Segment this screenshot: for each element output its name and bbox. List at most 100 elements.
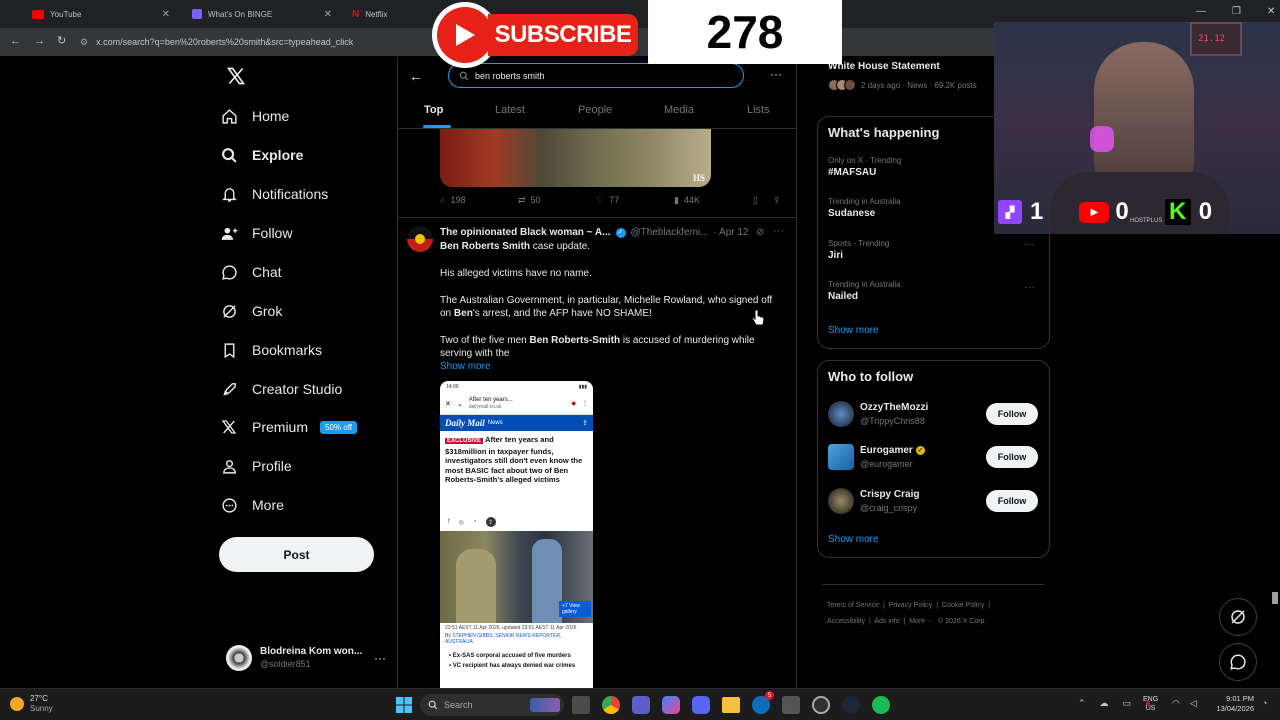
trend-item[interactable]: Sports · Trending Jiri — [828, 239, 1038, 261]
nav-profile[interactable]: Profile — [220, 451, 390, 481]
tweet-author-handle[interactable]: @Theblackfemi... — [631, 226, 709, 239]
post-button[interactable]: Post — [219, 537, 374, 572]
chrome-icon[interactable] — [602, 696, 620, 714]
app-icon[interactable] — [782, 696, 800, 714]
grok-button[interactable] — [1219, 598, 1257, 636]
show-more-link[interactable]: Show more — [440, 360, 491, 373]
footer-link[interactable]: More ··· — [909, 618, 934, 625]
tweet-media-screenshot[interactable]: 14:09 ▮▮▮ ✕ ⌄ After ten years... dailymai… — [440, 381, 593, 688]
views-button[interactable]: ▮ 44K — [674, 195, 700, 206]
language-indicator[interactable]: ENG US — [1143, 695, 1158, 713]
tab-latest[interactable]: Latest — [495, 104, 525, 116]
tab-top[interactable]: Top — [424, 104, 443, 116]
weather-widget[interactable]: 27°C Sunny — [10, 694, 53, 714]
more-dots-icon[interactable]: ··· — [374, 651, 386, 665]
scrollbar-thumb[interactable] — [1272, 592, 1278, 604]
grok-icon[interactable]: ⊘ — [756, 227, 764, 238]
browser-tab-binge[interactable]: What's On BINGE ✕ — [182, 4, 340, 24]
wifi-icon[interactable]: ◠ — [1172, 698, 1180, 709]
person-icon — [220, 457, 238, 475]
nav-bookmarks[interactable]: Bookmarks — [220, 335, 390, 365]
tweet-date[interactable]: · Apr 12 — [713, 226, 748, 239]
show-more-link[interactable]: Show more — [828, 534, 879, 545]
tab-lists[interactable]: Lists — [747, 104, 770, 116]
cloud-icon[interactable]: ☁ — [1100, 698, 1109, 709]
spotify-icon[interactable] — [872, 696, 890, 714]
footer-link[interactable]: Cookie Policy — [942, 602, 984, 609]
more-dots-icon[interactable]: ··· — [1025, 239, 1035, 250]
back-arrow-icon[interactable]: ← — [409, 68, 423, 84]
tweet-author-name[interactable]: The opinionated Black woman ~ A... — [440, 226, 611, 239]
footer-link[interactable]: Ads info — [874, 618, 899, 625]
footer-link[interactable]: Accessibility — [827, 618, 865, 625]
display-icon[interactable]: ▭ — [1123, 698, 1132, 709]
notification-bell-icon[interactable]: ◔ — [1262, 698, 1267, 708]
close-icon[interactable]: ✕ — [162, 9, 170, 20]
footer-link[interactable]: Terms of Service — [827, 602, 879, 609]
more-dots-icon[interactable]: ··· — [770, 67, 782, 81]
nav-explore[interactable]: Explore — [220, 140, 390, 170]
follow-button[interactable]: Follow — [986, 403, 1038, 425]
nav-notifications[interactable]: Notifications — [220, 179, 390, 209]
teams-icon[interactable] — [632, 696, 650, 714]
more-dots-icon[interactable]: ··· — [773, 225, 784, 237]
browser-tab-netflix[interactable]: N Netflix — [342, 4, 442, 24]
back-arrow-icon[interactable]: ← — [10, 35, 21, 47]
x-logo-icon[interactable] — [226, 66, 246, 86]
trend-item[interactable]: Trending in Australia Nailed — [828, 280, 1038, 302]
tab-people[interactable]: People — [578, 104, 612, 116]
messages-button[interactable] — [1219, 643, 1257, 681]
nav-home[interactable]: Home — [220, 101, 390, 131]
like-button[interactable]: ♡ 77 — [596, 195, 619, 206]
netflix-favicon-icon: N — [352, 8, 360, 20]
maximize-icon[interactable]: ❐ — [1232, 6, 1241, 17]
browser-tab-youtube[interactable]: YouTube ✕ — [22, 4, 178, 24]
verified-badge-icon: ✓ — [615, 227, 626, 238]
obs-icon[interactable] — [812, 696, 830, 714]
repost-button[interactable]: ⇄ 50 — [518, 195, 541, 206]
share-icon[interactable]: ⇪ — [773, 195, 781, 206]
steam-icon[interactable] — [842, 696, 860, 714]
nav-more[interactable]: More — [220, 490, 390, 520]
folder-icon[interactable] — [722, 697, 740, 713]
follow-button[interactable]: Follow — [986, 446, 1038, 468]
close-icon[interactable]: ✕ — [324, 9, 332, 20]
nav-premium[interactable]: Premium 50% off — [220, 412, 400, 442]
play-icon — [437, 7, 493, 63]
tweet-author-avatar[interactable] — [407, 226, 433, 252]
discord-icon[interactable] — [692, 696, 710, 714]
reload-icon[interactable]: ↻ — [57, 34, 66, 47]
footer-link[interactable]: Privacy Policy — [889, 602, 933, 609]
copilot-icon[interactable] — [662, 696, 680, 714]
show-more-link[interactable]: Show more — [828, 325, 879, 336]
forward-arrow-icon[interactable]: → — [34, 35, 45, 47]
taskbar-search[interactable]: Search — [420, 694, 564, 716]
minimize-icon[interactable]: — — [1196, 6, 1206, 17]
account-switcher[interactable]: Blodreina Kom won... @soldier851 ··· — [226, 644, 386, 672]
tweet-image[interactable]: HS — [440, 129, 711, 187]
windows-start-icon[interactable] — [396, 697, 412, 713]
reply-button[interactable]: ○ 198 — [440, 195, 465, 205]
nav-label: Follow — [252, 225, 293, 241]
file-icon[interactable] — [572, 696, 590, 714]
nav-creator-studio[interactable]: Creator Studio — [220, 374, 390, 404]
taskbar-apps: 5 — [572, 691, 890, 714]
nav-chat[interactable]: Chat — [220, 257, 390, 287]
edge-icon[interactable]: 5 — [752, 691, 774, 714]
trend-headline[interactable]: White House Statement — [828, 61, 940, 72]
more-dots-icon[interactable]: ··· — [1025, 282, 1035, 293]
site-info-icon[interactable]: ⚙ — [80, 37, 88, 48]
nav-grok[interactable]: Grok — [220, 296, 390, 326]
window-close-icon[interactable]: ✕ — [1267, 6, 1275, 17]
youtube-favicon-icon — [32, 9, 44, 19]
system-clock[interactable]: 9:01 PM 13/04/2026 — [1206, 694, 1254, 714]
follow-button[interactable]: Follow — [986, 490, 1038, 512]
bookmark-icon[interactable]: ▯ — [753, 195, 758, 206]
follow-suggestion[interactable]: Crispy Craig @craig_crispy Follow — [828, 487, 1040, 515]
follow-suggestion[interactable]: Eurogamer ✓ @eurogamer Follow — [828, 443, 1040, 471]
nav-follow[interactable]: Follow — [220, 218, 390, 248]
follow-suggestion[interactable]: OzzyTheMozzi @TrippyChris88 Follow — [828, 400, 1040, 428]
volume-icon[interactable]: ◁ — [1190, 698, 1197, 709]
chevron-up-icon[interactable]: ⌃ — [1078, 698, 1086, 709]
tab-media[interactable]: Media — [664, 104, 694, 116]
